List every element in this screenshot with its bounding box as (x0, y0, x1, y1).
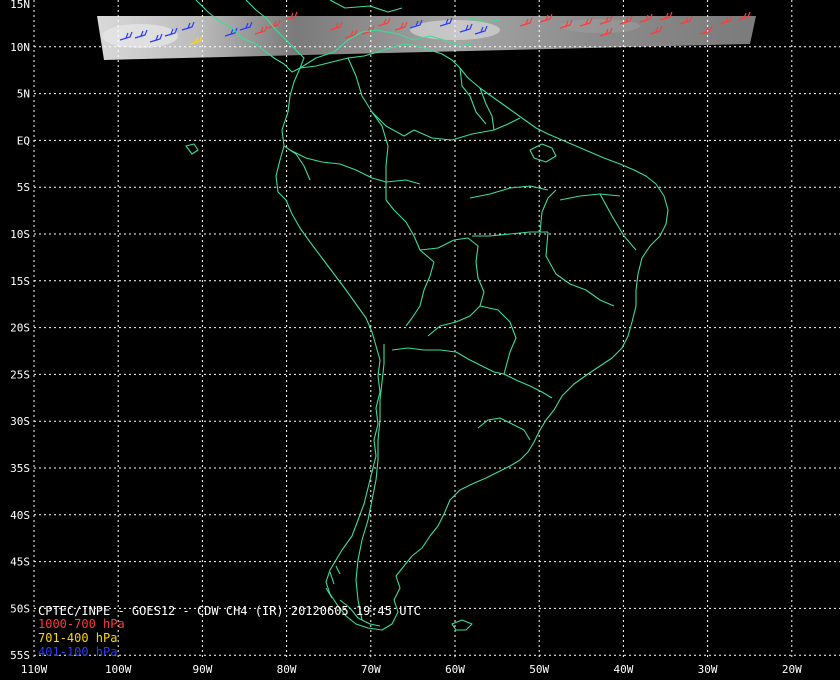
longitude-label: 70W (361, 663, 381, 676)
longitude-label: 110W (21, 663, 48, 676)
latitude-label: 40S (10, 509, 30, 522)
longitude-label: 40W (613, 663, 633, 676)
longitude-label: 80W (277, 663, 297, 676)
longitude-label: 30W (698, 663, 718, 676)
latitude-label: 55S (10, 649, 30, 662)
legend-mid-level: 701-400 hPa (38, 631, 118, 645)
longitude-label: 20W (782, 663, 802, 676)
latitude-label: 30S (10, 415, 30, 428)
latitude-label: 10N (10, 41, 30, 54)
latitude-label: 25S (10, 368, 30, 381)
map-canvas: 15N 10N 5N EQ 5S 10S 15S 20S 25S 30S 35S 40S 45S 50S 5… (0, 0, 840, 680)
longitude-label: 100W (105, 663, 132, 676)
latitude-label: 15N (10, 0, 30, 11)
latitude-label: 50S (10, 602, 30, 615)
latitude-label: 10S (10, 228, 30, 241)
product-title: CPTEC/INPE - GOES12 - CDW CH4 (IR) 20120… (38, 604, 421, 618)
latitude-label: 35S (10, 462, 30, 475)
latitude-label: 45S (10, 556, 30, 569)
longitude-label: 50W (529, 663, 549, 676)
longitude-label: 60W (445, 663, 465, 676)
legend-low-level: 1000-700 hPa (38, 617, 125, 631)
latitude-label: 15S (10, 275, 30, 288)
latitude-label: 5S (17, 181, 30, 194)
latitude-label: 5N (17, 88, 30, 101)
longitude-label: 90W (192, 663, 212, 676)
latitude-label: EQ (17, 134, 30, 147)
latitude-label: 20S (10, 322, 30, 335)
legend-high-level: 401-100 hPa (38, 645, 118, 659)
